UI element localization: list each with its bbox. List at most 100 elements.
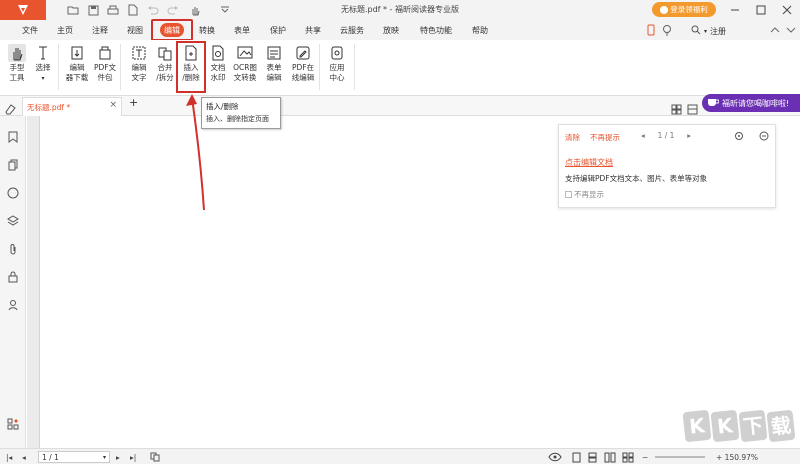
menu-share[interactable]: 共享 <box>305 23 321 37</box>
menu-form[interactable]: 表单 <box>234 23 250 37</box>
ocr-button[interactable]: OCR图 文转换 <box>230 44 260 83</box>
menu-bar: 文件 主页 注释 视图 编辑 转换 表单 保护 共享 云服务 放映 特色功能 帮… <box>0 20 800 40</box>
menu-features[interactable]: 特色功能 <box>420 23 452 37</box>
watermark-char: K <box>682 409 712 443</box>
comments-icon[interactable] <box>6 186 20 200</box>
select-tool-label: 选择 <box>35 63 51 72</box>
layers-icon[interactable] <box>6 214 20 228</box>
pdf-package-button[interactable]: PDF文 件包 <box>90 44 120 83</box>
open-folder-icon[interactable] <box>66 3 80 17</box>
continuous-page-icon[interactable] <box>588 451 597 463</box>
bookmark-icon[interactable] <box>6 130 20 144</box>
undo-icon[interactable] <box>146 3 160 17</box>
ocr-icon <box>236 44 254 62</box>
next-tip-icon[interactable]: ▸ <box>687 131 691 140</box>
menu-cloud[interactable]: 云服务 <box>340 23 364 37</box>
user-icon <box>660 5 669 14</box>
edit-text-label: 编辑 文字 <box>131 63 147 82</box>
settings-dropdown-icon[interactable] <box>784 23 798 37</box>
menu-convert[interactable]: 转换 <box>199 23 215 37</box>
zoom-slider[interactable] <box>655 456 705 458</box>
panel-description: 支持编辑PDF文档文本、图片、表单等对象 <box>565 174 708 183</box>
ribbon-separator <box>120 44 121 90</box>
merge-split-icon <box>156 44 174 62</box>
no-prompt-button[interactable]: 不再提示 <box>590 132 620 143</box>
watermark-char: 下 <box>738 409 768 443</box>
menu-home[interactable]: 主页 <box>57 23 73 37</box>
annotation-arrow <box>186 94 205 211</box>
menu-help[interactable]: 帮助 <box>472 23 488 37</box>
customize-dropdown-icon[interactable] <box>218 3 232 17</box>
lightbulb-icon[interactable] <box>660 23 674 37</box>
hand-tool-label: 手型 工具 <box>9 63 25 82</box>
tip-page-indicator: 1 / 1 <box>657 131 675 140</box>
new-tab-button[interactable]: + <box>129 96 138 109</box>
pdf-package-label: PDF文 件包 <box>93 63 117 82</box>
login-button[interactable]: 登录领福利 <box>652 2 716 17</box>
two-page-icon[interactable] <box>604 451 616 463</box>
menu-slideshow[interactable]: 放映 <box>383 23 399 37</box>
zoom-value[interactable]: + 150.97% <box>716 451 758 463</box>
single-page-icon[interactable] <box>572 451 581 463</box>
close-button[interactable] <box>774 0 800 20</box>
ribbon-collapse-icon[interactable] <box>768 23 782 37</box>
app-center-icon <box>328 44 346 62</box>
app-switch-icon[interactable] <box>6 417 20 431</box>
zoom-out-icon[interactable]: − <box>642 451 648 463</box>
mobile-icon[interactable] <box>644 23 658 37</box>
security-lock-icon[interactable] <box>6 270 20 284</box>
save-icon[interactable] <box>86 3 100 17</box>
eye-icon[interactable] <box>548 451 562 463</box>
edit-tip-panel: 清除 不再提示 ◂ 1 / 1 ▸ 点击编辑文档 支持编辑PDF文档文本、图片、… <box>558 124 776 208</box>
maximize-button[interactable] <box>748 0 774 20</box>
left-sidebar <box>0 116 26 448</box>
login-label: 登录领福利 <box>670 5 708 14</box>
last-page-icon[interactable]: ▸| <box>130 451 136 463</box>
menu-comment[interactable]: 注释 <box>92 23 108 37</box>
signature-icon[interactable] <box>6 298 20 312</box>
watermark-label: 文档 水印 <box>210 63 226 82</box>
editor-download-button[interactable]: 编辑 器下载 <box>62 44 92 83</box>
print-icon[interactable] <box>106 3 120 17</box>
app-center-button[interactable]: 应用 中心 <box>322 44 352 83</box>
tab-close-icon[interactable]: × <box>109 100 117 110</box>
panel-settings-icon[interactable] <box>733 130 745 142</box>
next-page-icon[interactable]: ▸ <box>116 451 120 463</box>
hand-quick-icon[interactable] <box>188 3 202 17</box>
page-number-input[interactable]: 1 / 1 ▾ <box>38 451 110 463</box>
panel-collapse-icon[interactable] <box>758 130 770 142</box>
two-page-continuous-icon[interactable] <box>622 451 634 463</box>
online-edit-label: PDF在 线编辑 <box>291 63 315 82</box>
form-edit-icon <box>265 44 283 62</box>
page-layout-icon[interactable] <box>150 451 160 463</box>
app-window: { "window": {"title": "无标题.pdf * - 福昕阅读器… <box>0 0 800 464</box>
promo-text: 福昕请您喝咖啡啦! <box>722 98 790 108</box>
prev-page-icon[interactable]: ◂ <box>22 451 26 463</box>
first-page-icon[interactable]: |◂ <box>6 451 12 463</box>
watermark-button[interactable]: 文档 水印 <box>203 44 233 83</box>
ocr-label: OCR图 文转换 <box>233 63 257 82</box>
promo-banner[interactable]: 福昕请您喝咖啡啦! <box>702 94 800 112</box>
minimize-button[interactable] <box>722 0 748 20</box>
watermark-icon <box>209 44 227 62</box>
select-tool-button[interactable]: 选择 ▾ <box>28 44 58 84</box>
clear-button[interactable]: 清除 <box>565 132 580 143</box>
online-edit-button[interactable]: PDF在 线编辑 <box>288 44 318 83</box>
search-text: 注册 <box>710 26 727 36</box>
document-tab[interactable]: 无标题.pdf * × <box>22 97 122 116</box>
edit-document-link[interactable]: 点击编辑文档 <box>565 157 613 168</box>
form-edit-button[interactable]: 表单 编辑 <box>259 44 289 83</box>
menu-file[interactable]: 文件 <box>22 23 38 37</box>
menu-protect[interactable]: 保护 <box>270 23 286 37</box>
document-tab-bar: 无标题.pdf * × + <box>0 96 800 116</box>
select-dropdown-icon: ▾ <box>41 75 45 82</box>
redo-icon[interactable] <box>166 3 180 17</box>
dont-show-checkbox[interactable]: 不再显示 <box>565 189 604 200</box>
menu-view[interactable]: 视图 <box>127 23 143 37</box>
attachment-icon[interactable] <box>6 242 20 256</box>
new-doc-icon[interactable] <box>126 3 140 17</box>
prev-tip-icon[interactable]: ◂ <box>641 131 645 140</box>
ribbon-separator <box>354 44 355 90</box>
pages-icon[interactable] <box>6 158 20 172</box>
pdf-package-icon <box>96 44 114 62</box>
